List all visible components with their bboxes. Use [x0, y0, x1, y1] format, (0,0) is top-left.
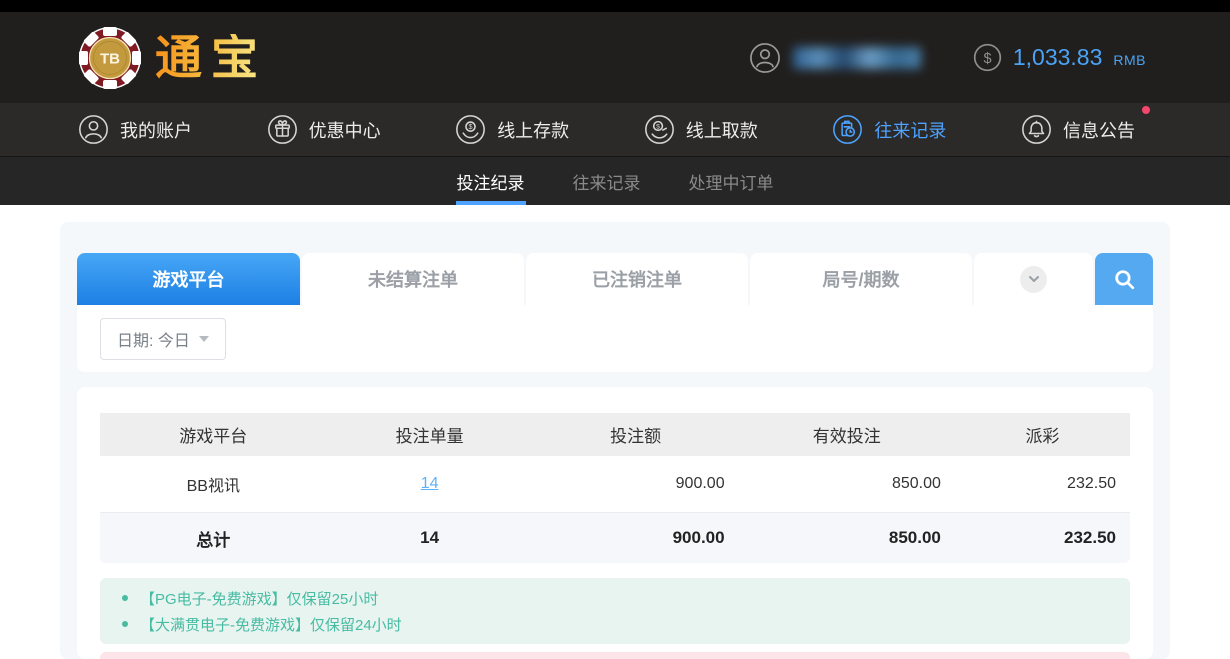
total-label: 总计: [100, 526, 327, 551]
info-notice-line: 【大满贯电子-免费游戏】仅保留24小时: [100, 611, 1130, 637]
subnav-tab-bet-records[interactable]: 投注纪录: [456, 157, 526, 205]
filter-row: 日期: 今日: [77, 305, 1153, 372]
total-payout: 232.50: [955, 528, 1130, 548]
brand-name: 通宝: [155, 34, 267, 81]
subnav-tab-transaction-records[interactable]: 往来记录: [572, 157, 642, 205]
tab-game-platform[interactable]: 游戏平台: [77, 253, 300, 305]
date-filter-label: 日期: 今日: [117, 327, 190, 351]
notification-dot: [1142, 106, 1150, 114]
top-strip: [0, 0, 1230, 12]
column-header-bet-count: 投注单量: [327, 422, 533, 447]
dollar-glyph: $: [469, 122, 473, 131]
filter-tabs-row: 游戏平台 未结算注单 已注销注单 局号/期数: [77, 253, 1153, 305]
tab-unsettled-bets[interactable]: 未结算注单: [302, 253, 524, 305]
chevron-down-icon: [1027, 272, 1041, 286]
records-clipboard-clock-icon: [832, 114, 863, 145]
total-bet-amount: 900.00: [533, 528, 739, 548]
chevron-circle: [1020, 266, 1047, 293]
total-valid-bet: 850.00: [739, 528, 955, 548]
brand-logo[interactable]: TB 通宝: [78, 26, 267, 90]
search-icon: [1112, 267, 1137, 292]
info-notice-text: 【PG电子-免费游戏】仅保留25小时: [140, 588, 378, 609]
gift-icon: [267, 114, 298, 145]
tab-label: 局号/期数: [822, 266, 899, 292]
bullet-dot: [122, 595, 128, 601]
search-button[interactable]: [1095, 253, 1153, 305]
subnav-label: 处理中订单: [689, 169, 774, 194]
nav-item-transaction-records[interactable]: 往来记录: [832, 114, 946, 145]
user-icon: [78, 114, 109, 145]
dollar-glyph: $: [983, 51, 991, 67]
table-header-row: 游戏平台 投注单量 投注额 有效投注 派彩: [100, 413, 1130, 456]
cell-platform: BB视讯: [100, 472, 327, 496]
deposit-hand-coin-icon: $: [455, 114, 486, 145]
tab-label: 已注销注单: [592, 266, 682, 292]
coin-dollar-icon: $: [973, 43, 1002, 72]
tabs-expand-control[interactable]: [974, 253, 1093, 305]
column-header-payout: 派彩: [955, 422, 1130, 447]
subnav-label: 往来记录: [573, 169, 641, 194]
nav-label: 优惠中心: [309, 117, 381, 143]
caret-down-icon: [199, 336, 209, 342]
logo-monogram: TB: [100, 50, 120, 67]
user-avatar-icon: [749, 42, 781, 74]
bullet-dot: [122, 621, 128, 627]
sub-nav: 投注纪录 往来记录 处理中订单: [0, 156, 1230, 205]
info-notice-text: 【大满贯电子-免费游戏】仅保留24小时: [140, 614, 402, 635]
nav-item-my-account[interactable]: 我的账户: [78, 114, 192, 145]
username-redacted: [793, 47, 921, 69]
cell-bet-count: 14: [327, 475, 533, 493]
info-notice-box: 【PG电子-免费游戏】仅保留25小时 【大满贯电子-免费游戏】仅保留24小时: [100, 578, 1130, 644]
info-notice-line: 【PG电子-免费游戏】仅保留25小时: [100, 585, 1130, 611]
column-header-bet-amount: 投注额: [533, 422, 739, 447]
header-right: $ 1,033.83 RMB: [749, 42, 1146, 74]
balance-amount: 1,033.83: [1013, 44, 1103, 71]
nav-label: 线上存款: [497, 117, 569, 143]
table-row: BB视讯 14 900.00 850.00 232.50: [100, 456, 1130, 513]
tab-label: 未结算注单: [368, 266, 458, 292]
subnav-tab-pending-orders[interactable]: 处理中订单: [688, 157, 775, 205]
date-filter-dropdown[interactable]: 日期: 今日: [100, 318, 226, 360]
nav-label: 线上取款: [686, 117, 758, 143]
nav-item-announcements[interactable]: 信息公告: [1021, 114, 1135, 145]
tab-round-number[interactable]: 局号/期数: [750, 253, 972, 305]
main-nav: 我的账户 优惠中心 $ 线上存款: [0, 103, 1230, 156]
results-card: 游戏平台 投注单量 投注额 有效投注 派彩 BB视讯 14 900.00 850…: [77, 387, 1153, 659]
tab-cancelled-bets[interactable]: 已注销注单: [526, 253, 748, 305]
header: TB 通宝 $ 1,033.83 RMB: [0, 12, 1230, 103]
column-header-platform: 游戏平台: [100, 422, 327, 447]
bell-icon: [1021, 114, 1052, 145]
cell-payout: 232.50: [955, 475, 1130, 493]
nav-label: 信息公告: [1063, 117, 1135, 143]
user-account[interactable]: [749, 42, 921, 74]
nav-item-deposit[interactable]: $ 线上存款: [455, 114, 569, 145]
subnav-label: 投注纪录: [457, 169, 525, 194]
cell-bet-amount: 900.00: [533, 475, 739, 493]
nav-item-withdraw[interactable]: $ 线上取款: [644, 114, 758, 145]
bet-count-link[interactable]: 14: [421, 475, 439, 492]
cell-valid-bet: 850.00: [739, 475, 955, 493]
dollar-glyph: $: [656, 123, 660, 130]
column-header-valid-bet: 有效投注: [739, 422, 955, 447]
content-panel: 游戏平台 未结算注单 已注销注单 局号/期数: [60, 222, 1170, 659]
nav-label: 我的账户: [120, 117, 192, 143]
balance[interactable]: $ 1,033.83 RMB: [973, 43, 1146, 72]
maintenance-notice-box: 【皇冠体育-游戏维护中】查看维护时间: [100, 652, 1130, 659]
withdraw-hand-coin-icon: $: [644, 114, 675, 145]
casino-chip-logo-icon: TB: [78, 26, 142, 90]
balance-currency: RMB: [1113, 47, 1146, 68]
table-total-row: 总计 14 900.00 850.00 232.50: [100, 513, 1130, 563]
nav-label: 往来记录: [874, 117, 946, 143]
total-bet-count: 14: [327, 528, 533, 548]
tab-label: 游戏平台: [153, 266, 225, 292]
nav-item-promotions[interactable]: 优惠中心: [267, 114, 381, 145]
